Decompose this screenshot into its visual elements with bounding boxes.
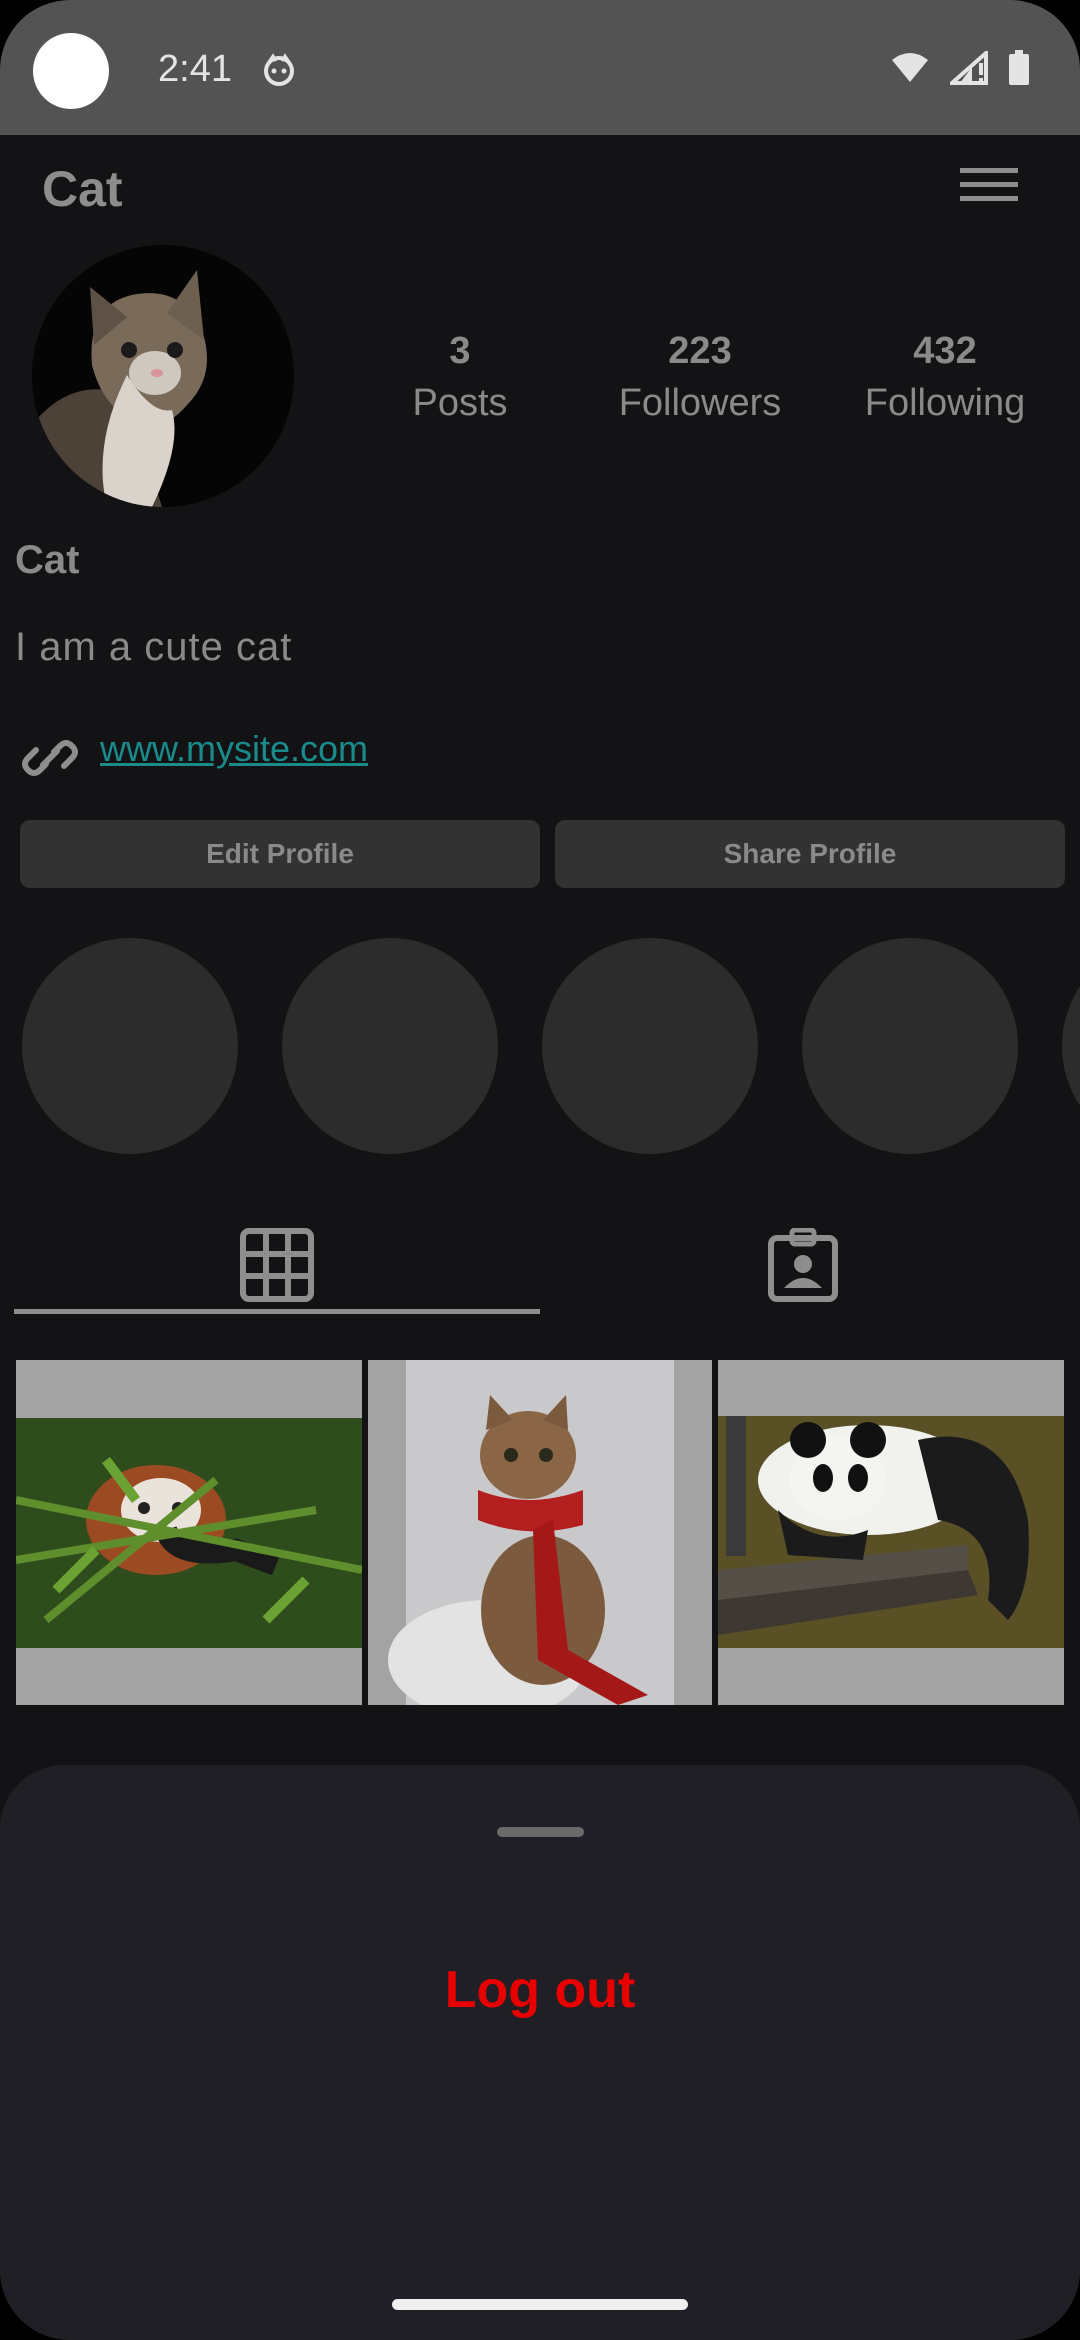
stat-following[interactable]: 432 Following: [835, 325, 1055, 429]
stat-value: 3: [449, 330, 471, 372]
post-thumbnail-cat-scarf[interactable]: [368, 1360, 712, 1705]
stat-label: Posts: [412, 382, 508, 424]
signal-icon: [950, 51, 988, 85]
status-time: 2:41: [158, 48, 232, 90]
link-icon: [22, 740, 78, 776]
stat-value: 223: [668, 330, 732, 372]
story-highlight[interactable]: [1062, 938, 1080, 1154]
bottom-sheet-drag-handle[interactable]: [497, 1827, 584, 1837]
status-bar: 2:41: [0, 0, 1080, 135]
notification-face-icon: [264, 53, 294, 86]
phone-screen: 2:41 Cat 3 Posts 223 Followers 432 Follo…: [0, 0, 1080, 2340]
profile-bio: I am a cute cat: [15, 625, 293, 669]
camera-cutout: [33, 33, 109, 109]
wifi-icon: [892, 53, 928, 82]
post-thumbnail-red-panda[interactable]: [16, 1360, 362, 1705]
hamburger-menu-icon[interactable]: [960, 165, 1020, 205]
stat-posts[interactable]: 3 Posts: [350, 325, 570, 429]
story-highlight[interactable]: [802, 938, 1018, 1154]
bottom-sheet: [0, 1765, 1080, 2340]
stat-followers[interactable]: 223 Followers: [590, 325, 810, 429]
profile-website-link[interactable]: www.mysite.com: [100, 728, 368, 770]
share-profile-button[interactable]: Share Profile: [555, 820, 1065, 888]
stat-value: 432: [913, 330, 977, 372]
status-icons: [890, 50, 1030, 86]
tagged-tab-icon[interactable]: [768, 1228, 838, 1302]
profile-name: Cat: [15, 538, 80, 582]
profile-avatar[interactable]: [32, 245, 294, 507]
logout-button[interactable]: Log out: [0, 1960, 1080, 2020]
stat-label: Following: [864, 382, 1026, 424]
story-highlight[interactable]: [542, 938, 758, 1154]
home-indicator[interactable]: [392, 2299, 688, 2310]
edit-profile-button[interactable]: Edit Profile: [20, 820, 540, 888]
story-highlight[interactable]: [282, 938, 498, 1154]
stat-label: Followers: [618, 382, 782, 424]
app-title: Cat: [42, 161, 123, 217]
post-thumbnail-panda[interactable]: [718, 1360, 1064, 1705]
grid-tab-icon[interactable]: [240, 1228, 314, 1302]
battery-icon: [1009, 50, 1029, 85]
selected-tab-indicator: [14, 1309, 540, 1314]
story-highlight[interactable]: [22, 938, 238, 1154]
